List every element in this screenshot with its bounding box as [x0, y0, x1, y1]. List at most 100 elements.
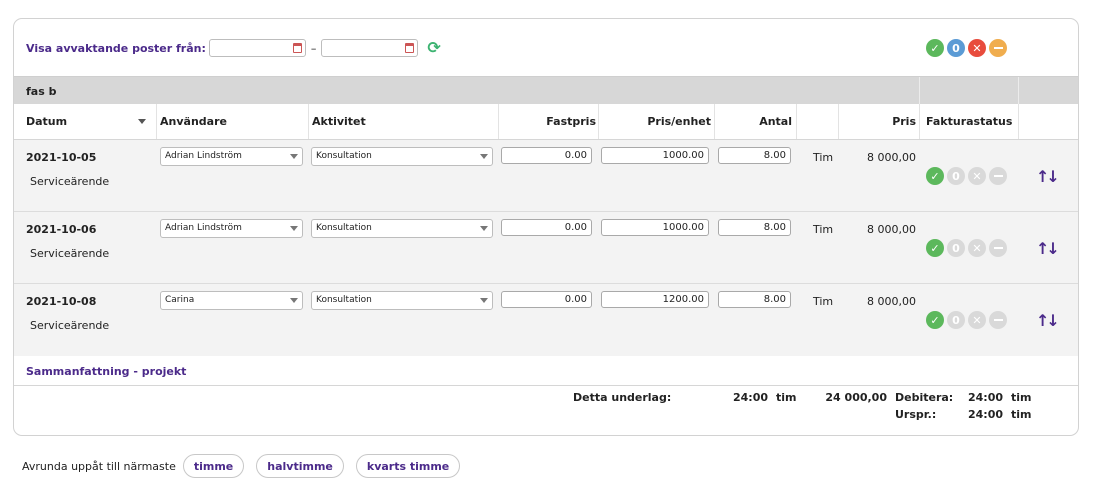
from-date-wrapper — [208, 39, 306, 57]
approve-check-icon[interactable]: ✓ — [926, 167, 944, 185]
entry-date: 2021-10-06 — [26, 223, 97, 236]
fixed-price-input[interactable]: 0.00 — [501, 219, 592, 236]
unit-price-input[interactable]: 1000.00 — [601, 219, 709, 236]
refresh-icon[interactable]: ⟳ — [427, 40, 440, 56]
basis-unit: tim — [776, 391, 797, 404]
col-invoice-status: Fakturastatus — [926, 115, 1013, 128]
date-separator: – — [310, 41, 317, 55]
activity-select-value: Konsultation — [316, 151, 372, 161]
user-select-value: Adrian Lindström — [165, 223, 242, 233]
reject-x-icon[interactable]: ✕ — [968, 39, 986, 57]
to-date-input[interactable] — [321, 39, 419, 57]
quantity-input[interactable]: 8.00 — [718, 219, 791, 236]
chevron-down-icon — [290, 298, 298, 303]
approve-check-icon[interactable]: ✓ — [926, 311, 944, 329]
round-half-hour-button[interactable]: halvtimme — [256, 454, 344, 478]
move-up-down-icon[interactable]: ↑↓ — [1036, 239, 1060, 258]
col-activity: Aktivitet — [312, 115, 366, 128]
calendar-icon[interactable] — [405, 43, 415, 53]
basis-amount: 24 000,00 — [825, 391, 887, 404]
column-divider — [498, 104, 499, 139]
user-select[interactable]: Carina — [160, 291, 303, 310]
pending-minus-icon[interactable] — [989, 311, 1007, 329]
column-divider — [838, 104, 839, 139]
to-date-wrapper — [321, 39, 419, 57]
pending-minus-icon[interactable] — [989, 167, 1007, 185]
unit-price-input[interactable]: 1200.00 — [601, 291, 709, 308]
approve-check-icon[interactable]: ✓ — [926, 239, 944, 257]
activity-select-value: Konsultation — [316, 223, 372, 233]
count-badge-icon[interactable]: 0 — [947, 239, 965, 257]
round-quarter-hour-button[interactable]: kvarts timme — [355, 454, 461, 478]
column-divider — [796, 104, 797, 139]
original-hours: 24:00 — [968, 408, 1004, 421]
column-divider — [1018, 104, 1019, 139]
table-header: Datum Användare Aktivitet Fastpris Pris/… — [14, 104, 1078, 140]
column-divider — [156, 104, 157, 139]
col-date[interactable]: Datum — [26, 104, 67, 139]
rounding-controls: Avrunda uppåt till närmaste timme halvti… — [22, 454, 472, 478]
count-badge-icon[interactable]: 0 — [947, 311, 965, 329]
chevron-down-icon — [480, 298, 488, 303]
user-select-value: Carina — [165, 295, 195, 305]
quantity-input[interactable]: 8.00 — [718, 147, 791, 164]
user-select[interactable]: Adrian Lindström — [160, 147, 303, 166]
col-fixed-price: Fastpris — [546, 115, 596, 128]
col-price: Pris — [892, 115, 916, 128]
rounding-label: Avrunda uppåt till närmaste — [22, 459, 176, 473]
column-divider — [919, 77, 920, 104]
debit-label: Debitera: — [895, 391, 954, 404]
calendar-icon[interactable] — [292, 43, 302, 53]
reject-x-icon[interactable]: ✕ — [968, 167, 986, 185]
activity-select[interactable]: Konsultation — [311, 291, 493, 310]
unit-price-input[interactable]: 1000.00 — [601, 147, 709, 164]
summary-title[interactable]: Sammanfattning - projekt — [26, 365, 186, 378]
fixed-price-input[interactable]: 0.00 — [501, 291, 592, 308]
count-badge-icon[interactable]: 0 — [947, 39, 965, 57]
activity-select-value: Konsultation — [316, 295, 372, 305]
activity-select[interactable]: Konsultation — [311, 219, 493, 238]
table-row: 2021-10-08 Serviceärende Carina Konsulta… — [14, 284, 1078, 356]
pending-items-panel: Visa avvaktande poster från: – ⟳ ✓ 0 ✕ f… — [13, 18, 1079, 436]
date-filter: Visa avvaktande poster från: – ⟳ — [26, 39, 441, 57]
user-select[interactable]: Adrian Lindström — [160, 219, 303, 238]
col-unit-price: Pris/enhet — [647, 115, 711, 128]
move-up-down-icon[interactable]: ↑↓ — [1036, 167, 1060, 186]
sort-down-icon[interactable] — [138, 119, 146, 124]
basis-hours: 24:00 — [733, 391, 769, 404]
column-divider — [919, 104, 920, 139]
round-hour-button[interactable]: timme — [182, 454, 245, 478]
reject-x-icon[interactable]: ✕ — [968, 239, 986, 257]
invoice-status-controls: ✓ 0 ✕ — [926, 239, 1007, 257]
approved-check-icon[interactable]: ✓ — [926, 39, 944, 57]
chevron-down-icon — [480, 154, 488, 159]
from-date-input[interactable] — [208, 39, 306, 57]
entries-table: fas b Datum Användare Aktivitet Fastpris… — [14, 76, 1078, 356]
filter-label: Visa avvaktande poster från: — [26, 41, 206, 55]
summary-divider — [14, 385, 1078, 386]
pending-minus-icon[interactable] — [989, 39, 1007, 57]
quantity-input[interactable]: 8.00 — [718, 291, 791, 308]
count-badge-icon[interactable]: 0 — [947, 167, 965, 185]
phase-header: fas b — [14, 76, 1078, 104]
fixed-price-input[interactable]: 0.00 — [501, 147, 592, 164]
move-up-down-icon[interactable]: ↑↓ — [1036, 311, 1060, 330]
entry-price: 8 000,00 — [867, 151, 916, 164]
activity-select[interactable]: Konsultation — [311, 147, 493, 166]
reject-x-icon[interactable]: ✕ — [968, 311, 986, 329]
debit-hours: 24:00 — [968, 391, 1004, 404]
entry-description: Serviceärende — [30, 175, 110, 188]
pending-minus-icon[interactable] — [989, 239, 1007, 257]
original-label: Urspr.: — [895, 408, 937, 421]
col-user: Användare — [160, 115, 227, 128]
user-select-value: Adrian Lindström — [165, 151, 242, 161]
phase-title: fas b — [26, 85, 57, 98]
table-row: 2021-10-06 Serviceärende Adrian Lindströ… — [14, 212, 1078, 284]
table-row: 2021-10-05 Serviceärende Adrian Lindströ… — [14, 140, 1078, 212]
original-unit: tim — [1011, 408, 1032, 421]
invoice-status-controls: ✓ 0 ✕ — [926, 311, 1007, 329]
entry-unit: Tim — [813, 151, 834, 164]
entry-description: Serviceärende — [30, 319, 110, 332]
column-divider — [308, 104, 309, 139]
entry-unit: Tim — [813, 295, 834, 308]
